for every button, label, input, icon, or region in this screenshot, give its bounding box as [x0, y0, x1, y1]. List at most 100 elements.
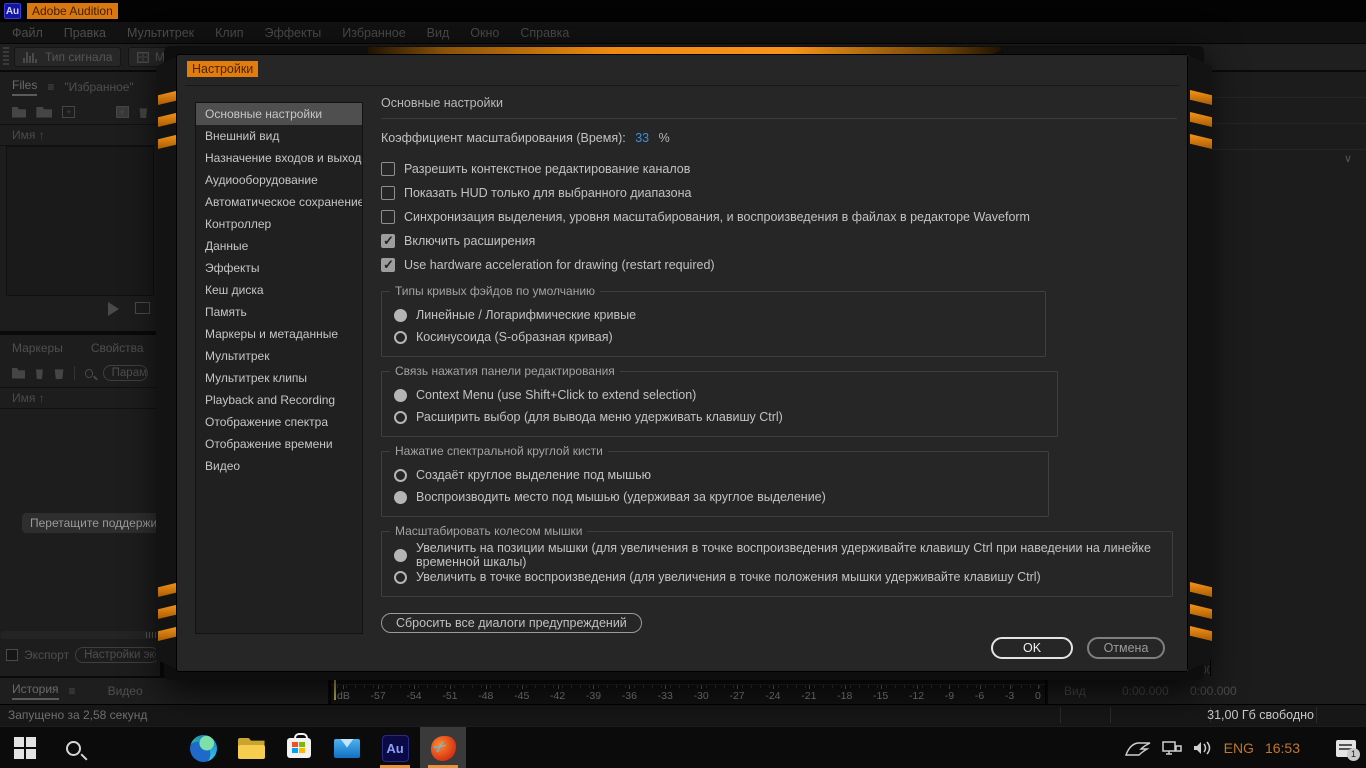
menu-item[interactable]: Мультитрек — [127, 26, 194, 40]
cancel-button[interactable]: Отмена — [1087, 637, 1165, 659]
export-settings-button[interactable]: Настройки экс — [75, 647, 159, 663]
preferences-category-item[interactable]: Отображение времени — [196, 433, 362, 455]
zoom-factor-value[interactable]: 33 — [635, 131, 649, 145]
panel-menu-icon[interactable]: ≡ — [69, 684, 76, 698]
tab-history[interactable]: История — [12, 682, 59, 700]
unselected-radio[interactable] — [394, 331, 407, 344]
menu-item[interactable]: Правка — [64, 26, 106, 40]
selected-radio[interactable] — [394, 389, 407, 402]
language-indicator[interactable]: ENG — [1224, 740, 1254, 756]
reset-warnings-button[interactable]: Сбросить все диалоги предупреждений — [381, 613, 642, 633]
waveform-view-button[interactable]: Тип сигнала — [14, 47, 121, 67]
resize-grip[interactable] — [146, 632, 156, 638]
trash-icon[interactable] — [139, 106, 148, 118]
tab-video[interactable]: Видео — [108, 684, 143, 698]
titlebar: Au Adobe Audition — [0, 0, 1366, 22]
taskbar-active-app-button[interactable]: ✂ — [420, 727, 466, 768]
preferences-category-list[interactable]: Основные настройкиВнешний видНазначение … — [195, 102, 363, 634]
unchecked-checkbox[interactable] — [381, 186, 395, 200]
store-icon — [287, 738, 311, 758]
section-header: Основные настройки — [381, 96, 1177, 119]
taskbar-store-button[interactable] — [276, 727, 322, 768]
notification-icon[interactable]: 1 — [1336, 740, 1356, 757]
zoom-factor-label: Коэффициент масштабирования (Время): — [381, 131, 626, 145]
panel-menu-icon[interactable]: ≡ — [47, 80, 54, 94]
preferences-category-item[interactable]: Аудиооборудование — [196, 169, 362, 191]
preferences-category-item[interactable]: Маркеры и метаданные — [196, 323, 362, 345]
delete-all-markers-icon[interactable] — [54, 367, 65, 379]
markers-name-column[interactable]: Имя ↑ — [0, 387, 160, 409]
preferences-category-item[interactable]: Память — [196, 301, 362, 323]
checkbox-label: Показать HUD только для выбранного диапа… — [404, 186, 691, 200]
ok-button[interactable]: OK — [991, 637, 1073, 659]
taskbar-audition-button[interactable]: Au — [372, 727, 418, 768]
preferences-category-item[interactable]: Автоматическое сохранение — [196, 191, 362, 213]
waveform-icon — [23, 52, 39, 63]
chevron-down-icon[interactable]: ∨ — [1344, 152, 1352, 165]
selected-radio[interactable] — [394, 491, 407, 504]
open-marker-icon[interactable] — [12, 368, 25, 379]
group-legend: Связь нажатия панели редактирования — [390, 364, 620, 378]
menu-item[interactable]: Файл — [12, 26, 43, 40]
files-list[interactable] — [6, 146, 154, 296]
menu-item[interactable]: Клип — [215, 26, 243, 40]
meter-tick-label: -21 — [801, 686, 816, 702]
preferences-category-item[interactable]: Видео — [196, 455, 362, 477]
delete-marker-icon[interactable] — [35, 367, 44, 379]
radio-row: Создаёт круглое выделение под мышью — [394, 464, 1036, 486]
import-file-icon[interactable] — [36, 107, 52, 118]
taskbar-explorer-button[interactable] — [228, 727, 274, 768]
taskbar-mail-button[interactable] — [324, 727, 370, 768]
checked-checkbox[interactable] — [381, 234, 395, 248]
import-media-icon[interactable]: ▾ — [116, 106, 129, 118]
meter-tick-label: -48 — [478, 686, 493, 702]
unchecked-checkbox[interactable] — [381, 162, 395, 176]
tab-markers[interactable]: Маркеры — [12, 341, 63, 355]
zoom-marker-icon[interactable] — [85, 369, 92, 378]
preferences-category-item[interactable]: Контроллер — [196, 213, 362, 235]
menu-item[interactable]: Избранное — [342, 26, 405, 40]
loop-icon[interactable] — [135, 302, 150, 314]
preferences-category-item[interactable]: Назначение входов и выходов — [196, 147, 362, 169]
unselected-radio[interactable] — [394, 411, 407, 424]
rog-icon[interactable] — [1125, 740, 1151, 757]
view-label: Вид — [1064, 684, 1086, 698]
export-checkbox[interactable] — [6, 649, 18, 661]
start-button[interactable] — [2, 727, 48, 768]
menu-item[interactable]: Вид — [427, 26, 450, 40]
preferences-category-item[interactable]: Внешний вид — [196, 125, 362, 147]
selected-radio[interactable] — [394, 309, 407, 322]
tab-files[interactable]: Files — [12, 78, 37, 96]
unselected-radio[interactable] — [394, 571, 407, 584]
preferences-category-item[interactable]: Мультитрек — [196, 345, 362, 367]
tab-favorites[interactable]: "Избранное" — [64, 80, 133, 94]
meter-tick-label: -42 — [550, 686, 565, 702]
taskbar-edge-button[interactable] — [180, 727, 226, 768]
menu-item[interactable]: Эффекты — [264, 26, 321, 40]
horizontal-scrollbar[interactable] — [0, 631, 152, 639]
preferences-category-item[interactable]: Отображение спектра — [196, 411, 362, 433]
taskbar-search-button[interactable] — [50, 727, 96, 768]
new-file-icon[interactable]: + — [62, 106, 75, 118]
tab-properties[interactable]: Свойства — [91, 341, 144, 355]
unchecked-checkbox[interactable] — [381, 210, 395, 224]
files-name-column[interactable]: Имя ↑ — [0, 124, 160, 146]
preferences-category-item[interactable]: Кеш диска — [196, 279, 362, 301]
preferences-category-item[interactable]: Playback and Recording — [196, 389, 362, 411]
params-button[interactable]: Парам — [103, 365, 148, 381]
preferences-category-item[interactable]: Эффекты — [196, 257, 362, 279]
unselected-radio[interactable] — [394, 469, 407, 482]
play-icon[interactable] — [108, 302, 119, 316]
taskbar: Au ✂ ENG 16:53 1 — [0, 726, 1366, 768]
network-icon[interactable] — [1162, 740, 1182, 756]
open-file-icon[interactable] — [12, 107, 26, 118]
volume-icon[interactable] — [1193, 740, 1213, 756]
preferences-category-item[interactable]: Основные настройки — [196, 103, 362, 125]
menu-item[interactable]: Окно — [470, 26, 499, 40]
menu-item[interactable]: Справка — [520, 26, 569, 40]
preferences-category-item[interactable]: Данные — [196, 235, 362, 257]
checked-checkbox[interactable] — [381, 258, 395, 272]
preferences-category-item[interactable]: Мультитрек клипы — [196, 367, 362, 389]
clock[interactable]: 16:53 — [1265, 740, 1300, 756]
selected-radio[interactable] — [394, 549, 407, 562]
